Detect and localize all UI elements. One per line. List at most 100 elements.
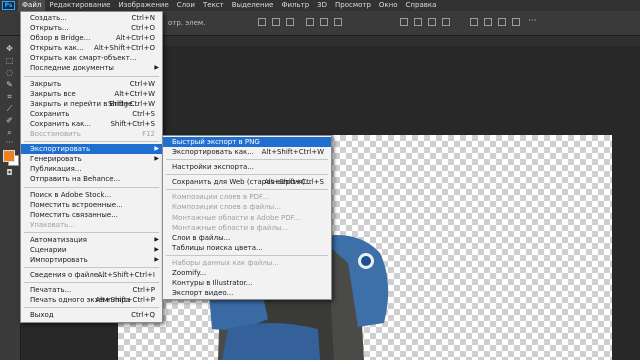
menu-item-layers-to-files[interactable]: Слои в файлы... bbox=[163, 233, 331, 243]
menu-window[interactable]: Окно bbox=[375, 0, 402, 11]
menu-item-label: Последние документы bbox=[30, 64, 114, 73]
menu-item-label: Наборы данных как файлы... bbox=[172, 258, 279, 267]
distribute-icon[interactable] bbox=[400, 18, 408, 26]
menu-item-label: Упаковать... bbox=[30, 220, 75, 229]
more-options-icon[interactable]: ··· bbox=[528, 16, 537, 26]
menu-item-shortcut: Alt+Shift+Ctrl+P bbox=[95, 296, 155, 305]
menu-item-close-go-bridge[interactable]: Закрыть и перейти в Bridge... Shift+Ctrl+… bbox=[21, 99, 162, 109]
menu-item-shortcut: Ctrl+N bbox=[131, 14, 155, 22]
menu-item-shortcut: Ctrl+W bbox=[129, 79, 155, 88]
menu-item-color-lookup-tables[interactable]: Таблицы поиска цвета... bbox=[163, 243, 331, 253]
menu-item-file-info[interactable]: Сведения о файле... Alt+Shift+Ctrl+I bbox=[21, 270, 162, 280]
menu-item-print-one-copy[interactable]: Печать одного экземпляра Alt+Shift+Ctrl+P bbox=[21, 295, 162, 305]
menu-item-new[interactable]: Создать... Ctrl+N bbox=[21, 13, 162, 23]
brush-tool-icon[interactable]: ✐ bbox=[4, 116, 15, 125]
align-center-icon[interactable] bbox=[272, 18, 280, 26]
3d-roll-icon[interactable] bbox=[484, 18, 492, 26]
quick-mask-icon[interactable]: ◘ bbox=[4, 168, 15, 177]
3d-slide-icon[interactable] bbox=[512, 18, 520, 26]
align-bottom-icon[interactable] bbox=[334, 18, 342, 26]
menu-image[interactable]: Изображение bbox=[114, 0, 172, 11]
menu-item-share[interactable]: Публикация... bbox=[21, 164, 162, 174]
menu-item-close[interactable]: Закрыть Ctrl+W bbox=[21, 79, 162, 89]
menu-item-label: Поиск в Adobe Stock... bbox=[30, 190, 112, 199]
distribute-horizontal-icon[interactable] bbox=[442, 18, 450, 26]
menu-item-zoomify[interactable]: Zoomify... bbox=[163, 268, 331, 278]
menu-select[interactable]: Выделение bbox=[228, 0, 278, 11]
menu-type[interactable]: Текст bbox=[199, 0, 228, 11]
eyedropper-tool-icon[interactable]: ⟋ bbox=[4, 104, 15, 113]
distribute-vertical-icon[interactable] bbox=[428, 18, 436, 26]
menu-separator bbox=[24, 282, 159, 284]
menu-bar: Ps Файл Редактирование Изображение Слои … bbox=[0, 0, 640, 11]
menu-item-label: Композиции слоев в файлы... bbox=[172, 203, 281, 212]
lasso-tool-icon[interactable]: ◌ bbox=[4, 68, 15, 77]
align-middle-icon[interactable] bbox=[320, 18, 328, 26]
export-submenu: Быстрый экспорт в PNG Экспортировать как… bbox=[162, 135, 332, 301]
3d-rotate-icon[interactable] bbox=[470, 18, 478, 26]
distribute-spacing-icon[interactable] bbox=[414, 18, 422, 26]
photoshop-logo: Ps bbox=[2, 1, 15, 10]
menu-item-package: Упаковать... bbox=[21, 220, 162, 230]
menu-item-import[interactable]: Импортировать ▶ bbox=[21, 255, 162, 265]
menu-item-label: Экспорт видео... bbox=[172, 289, 234, 298]
menu-item-label: Открыть как смарт-объект... bbox=[30, 54, 137, 63]
menu-item-recent-documents[interactable]: Последние документы ▶ bbox=[21, 63, 162, 73]
menu-item-export-as[interactable]: Экспортировать как... Alt+Shift+Ctrl+W bbox=[163, 147, 331, 157]
menu-item-automate[interactable]: Автоматизация ▶ bbox=[21, 235, 162, 245]
align-top-icon[interactable] bbox=[306, 18, 314, 26]
3d-pan-icon[interactable] bbox=[498, 18, 506, 26]
menu-item-label: Сохранить bbox=[30, 109, 70, 118]
menu-filter[interactable]: Фильтр bbox=[277, 0, 313, 11]
menu-separator bbox=[166, 189, 328, 191]
menu-edit[interactable]: Редактирование bbox=[45, 0, 114, 11]
menu-item-label: Zoomify... bbox=[172, 269, 207, 278]
menu-item-quick-export-png[interactable]: Быстрый экспорт в PNG bbox=[163, 137, 331, 148]
menu-item-close-all[interactable]: Закрыть все Alt+Ctrl+W bbox=[21, 89, 162, 99]
menu-separator bbox=[24, 186, 159, 188]
menu-item-save[interactable]: Сохранить Ctrl+S bbox=[21, 109, 162, 119]
menu-item-place-linked[interactable]: Поместить связанные... bbox=[21, 210, 162, 220]
align-right-icon[interactable] bbox=[286, 18, 294, 26]
menu-help[interactable]: Справка bbox=[402, 0, 441, 11]
menu-3d[interactable]: 3D bbox=[313, 0, 331, 11]
menu-view[interactable]: Просмотр bbox=[331, 0, 375, 11]
menu-item-open-as[interactable]: Открыть как... Alt+Shift+Ctrl+O bbox=[21, 43, 162, 53]
menu-item-paths-to-illustrator[interactable]: Контуры в Illustrator... bbox=[163, 278, 331, 288]
quick-select-tool-icon[interactable]: ✎ bbox=[4, 80, 15, 89]
menu-separator bbox=[24, 231, 159, 233]
foreground-color-swatch[interactable] bbox=[3, 150, 15, 162]
menu-file[interactable]: Файл bbox=[18, 0, 46, 11]
more-tools-icon[interactable]: ··· bbox=[4, 138, 15, 147]
menu-item-shortcut: Ctrl+P bbox=[132, 286, 155, 295]
menu-item-save-as[interactable]: Сохранить как... Shift+Ctrl+S bbox=[21, 119, 162, 129]
zoom-tool-icon[interactable]: ⌕ bbox=[4, 128, 15, 137]
menu-item-open-smart-object[interactable]: Открыть как смарт-объект... bbox=[21, 53, 162, 63]
menu-item-open[interactable]: Открыть... Ctrl+O bbox=[21, 23, 162, 33]
menu-item-share-behance[interactable]: Отправить на Behance... bbox=[21, 174, 162, 184]
menu-item-render-video[interactable]: Экспорт видео... bbox=[163, 288, 331, 298]
menu-item-label: Композиции слоев в PDF... bbox=[172, 193, 269, 202]
crop-tool-icon[interactable]: ⌗ bbox=[4, 92, 15, 101]
menu-item-search-adobe-stock[interactable]: Поиск в Adobe Stock... bbox=[21, 190, 162, 200]
menu-layers[interactable]: Слои bbox=[173, 0, 199, 11]
menu-item-scripts[interactable]: Сценарии ▶ bbox=[21, 245, 162, 255]
menu-item-generate[interactable]: Генерировать ▶ bbox=[21, 154, 162, 164]
menu-separator bbox=[24, 307, 159, 309]
marquee-tool-icon[interactable]: ⬚ bbox=[4, 56, 15, 65]
menu-item-save-for-web[interactable]: Сохранить для Web (старая версия)... Alt+… bbox=[163, 177, 331, 187]
menu-item-label: Контуры в Illustrator... bbox=[172, 279, 253, 288]
menu-item-exit[interactable]: Выход Ctrl+Q bbox=[21, 310, 162, 320]
move-tool-icon[interactable]: ✥ bbox=[4, 44, 15, 53]
menu-item-export[interactable]: Экспортировать ▶ bbox=[21, 144, 162, 155]
submenu-arrow-icon: ▶ bbox=[154, 245, 159, 253]
menu-item-place-embedded[interactable]: Поместить встроенные... bbox=[21, 200, 162, 210]
menu-item-export-preferences[interactable]: Настройки экспорта... bbox=[163, 162, 331, 172]
menu-item-browse-bridge[interactable]: Обзор в Bridge... Alt+Ctrl+O bbox=[21, 33, 162, 43]
menu-item-label: Открыть... bbox=[30, 24, 69, 33]
submenu-arrow-icon: ▶ bbox=[154, 145, 159, 153]
menu-separator bbox=[166, 174, 328, 176]
menu-item-print[interactable]: Печатать... Ctrl+P bbox=[21, 285, 162, 295]
tools-panel: ✥ ⬚ ◌ ✎ ⌗ ⟋ ✐ ⌕ ··· ◘ bbox=[0, 36, 21, 360]
align-left-icon[interactable] bbox=[258, 18, 266, 26]
